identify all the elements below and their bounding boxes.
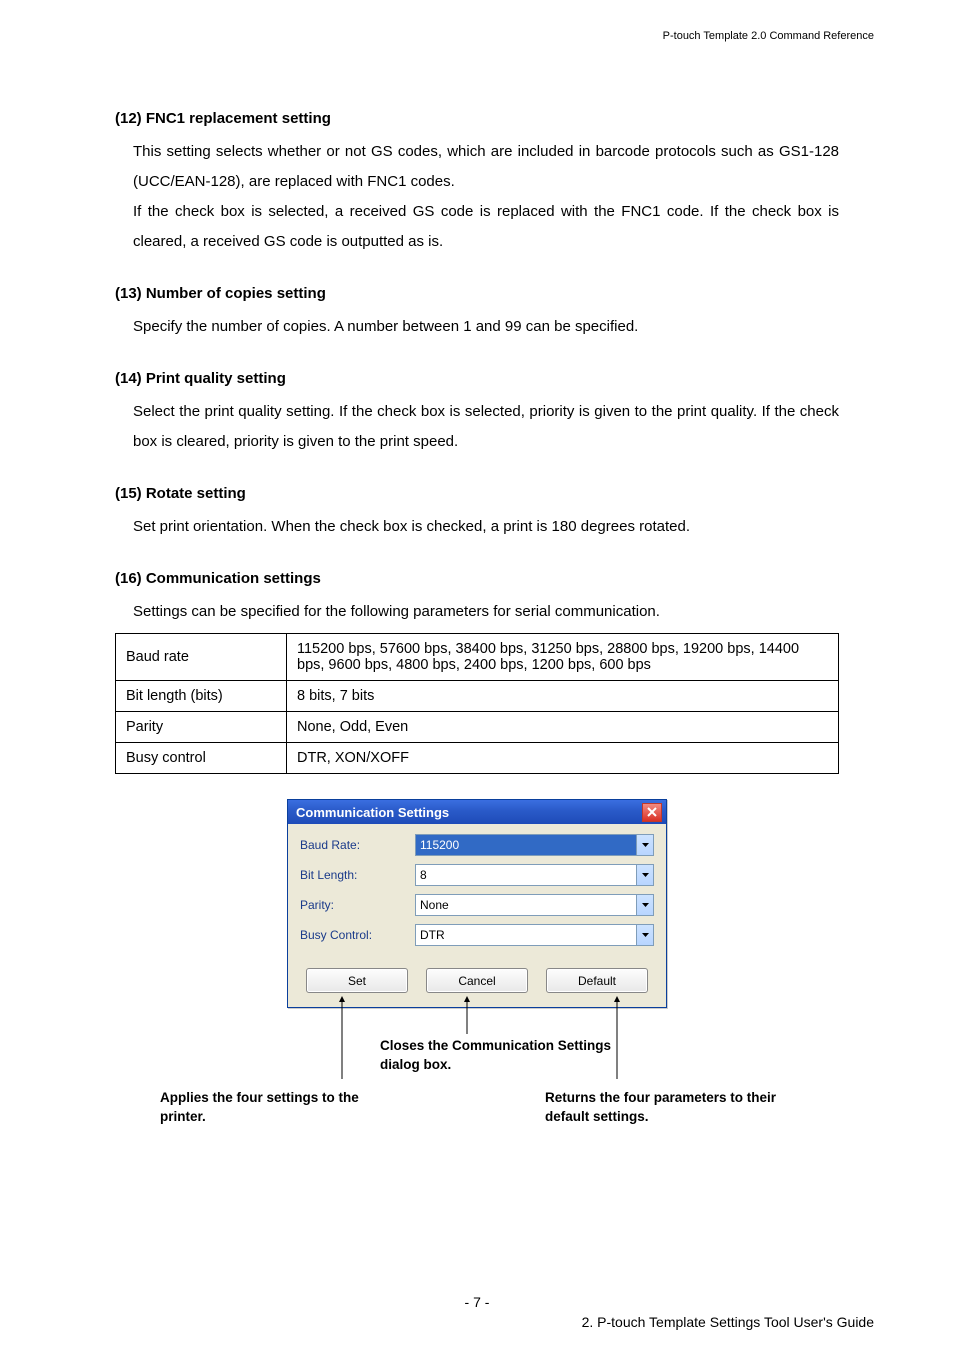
dialog-title: Communication Settings (296, 805, 449, 820)
combo-bitlength-value: 8 (416, 865, 636, 885)
dialog-body: Baud Rate: 115200 Bit Length: 8 (288, 824, 666, 1007)
section-13-body: Specify the number of copies. A number b… (133, 312, 839, 342)
section-15-title: (15) Rotate setting (115, 485, 839, 502)
section-14-body: Select the print quality setting. If the… (133, 397, 839, 457)
section-13-title: (13) Number of copies setting (115, 285, 839, 302)
page-number: - 7 - (0, 1294, 954, 1310)
cell-parity-val: None, Odd, Even (287, 712, 839, 743)
cell-bitlen-val: 8 bits, 7 bits (287, 681, 839, 712)
section-14-title: (14) Print quality setting (115, 370, 839, 387)
table-row: Bit length (bits) 8 bits, 7 bits (116, 681, 839, 712)
label-parity: Parity: (300, 898, 415, 912)
cell-busy-key: Busy control (116, 743, 287, 774)
close-button[interactable] (642, 803, 662, 822)
section-15-body: Set print orientation. When the check bo… (133, 512, 839, 542)
section-12-title: (12) FNC1 replacement setting (115, 110, 839, 127)
content: (12) FNC1 replacement setting This setti… (115, 110, 839, 1119)
combo-parity-value: None (416, 895, 636, 915)
chevron-down-icon (636, 835, 653, 855)
chevron-down-icon (636, 865, 653, 885)
comm-settings-dialog: Communication Settings Baud Rate: 115200 (287, 799, 667, 1008)
chevron-down-icon (636, 895, 653, 915)
callout-set: Applies the four settings to the printer… (160, 1089, 390, 1127)
callout-default: Returns the four parameters to their def… (545, 1089, 805, 1127)
row-parity: Parity: None (300, 894, 654, 916)
label-busy: Busy Control: (300, 928, 415, 942)
table-row: Baud rate 115200 bps, 57600 bps, 38400 b… (116, 634, 839, 681)
combo-parity[interactable]: None (415, 894, 654, 916)
row-busy: Busy Control: DTR (300, 924, 654, 946)
row-baud: Baud Rate: 115200 (300, 834, 654, 856)
page: P-touch Template 2.0 Command Reference (… (0, 0, 954, 1350)
cell-parity-key: Parity (116, 712, 287, 743)
footer-section-title: 2. P-touch Template Settings Tool User's… (582, 1314, 874, 1330)
combo-baud[interactable]: 115200 (415, 834, 654, 856)
header-doc-title: P-touch Template 2.0 Command Reference (663, 30, 874, 42)
section-16-body: Settings can be specified for the follow… (133, 597, 839, 627)
combo-baud-value: 115200 (416, 835, 636, 855)
cancel-button[interactable]: Cancel (426, 968, 528, 993)
chevron-down-icon (636, 925, 653, 945)
row-bitlength: Bit Length: 8 (300, 864, 654, 886)
close-icon (647, 807, 657, 817)
table-row: Busy control DTR, XON/XOFF (116, 743, 839, 774)
callout-cancel: Closes the Communication Settings dialog… (380, 1037, 640, 1075)
section-12-body: This setting selects whether or not GS c… (133, 137, 839, 257)
combo-busy-value: DTR (416, 925, 636, 945)
label-bitlength: Bit Length: (300, 868, 415, 882)
comm-settings-dialog-wrap: Communication Settings Baud Rate: 115200 (287, 799, 667, 1008)
table-row: Parity None, Odd, Even (116, 712, 839, 743)
button-row: Set Cancel Default (300, 968, 654, 993)
cell-baud-val: 115200 bps, 57600 bps, 38400 bps, 31250 … (287, 634, 839, 681)
combo-bitlength[interactable]: 8 (415, 864, 654, 886)
set-button[interactable]: Set (306, 968, 408, 993)
cell-bitlen-key: Bit length (bits) (116, 681, 287, 712)
communication-params-table: Baud rate 115200 bps, 57600 bps, 38400 b… (115, 633, 839, 774)
cell-baud-key: Baud rate (116, 634, 287, 681)
label-baud: Baud Rate: (300, 838, 415, 852)
combo-busy[interactable]: DTR (415, 924, 654, 946)
cell-busy-val: DTR, XON/XOFF (287, 743, 839, 774)
dialog-titlebar[interactable]: Communication Settings (288, 800, 666, 824)
section-16-title: (16) Communication settings (115, 570, 839, 587)
default-button[interactable]: Default (546, 968, 648, 993)
